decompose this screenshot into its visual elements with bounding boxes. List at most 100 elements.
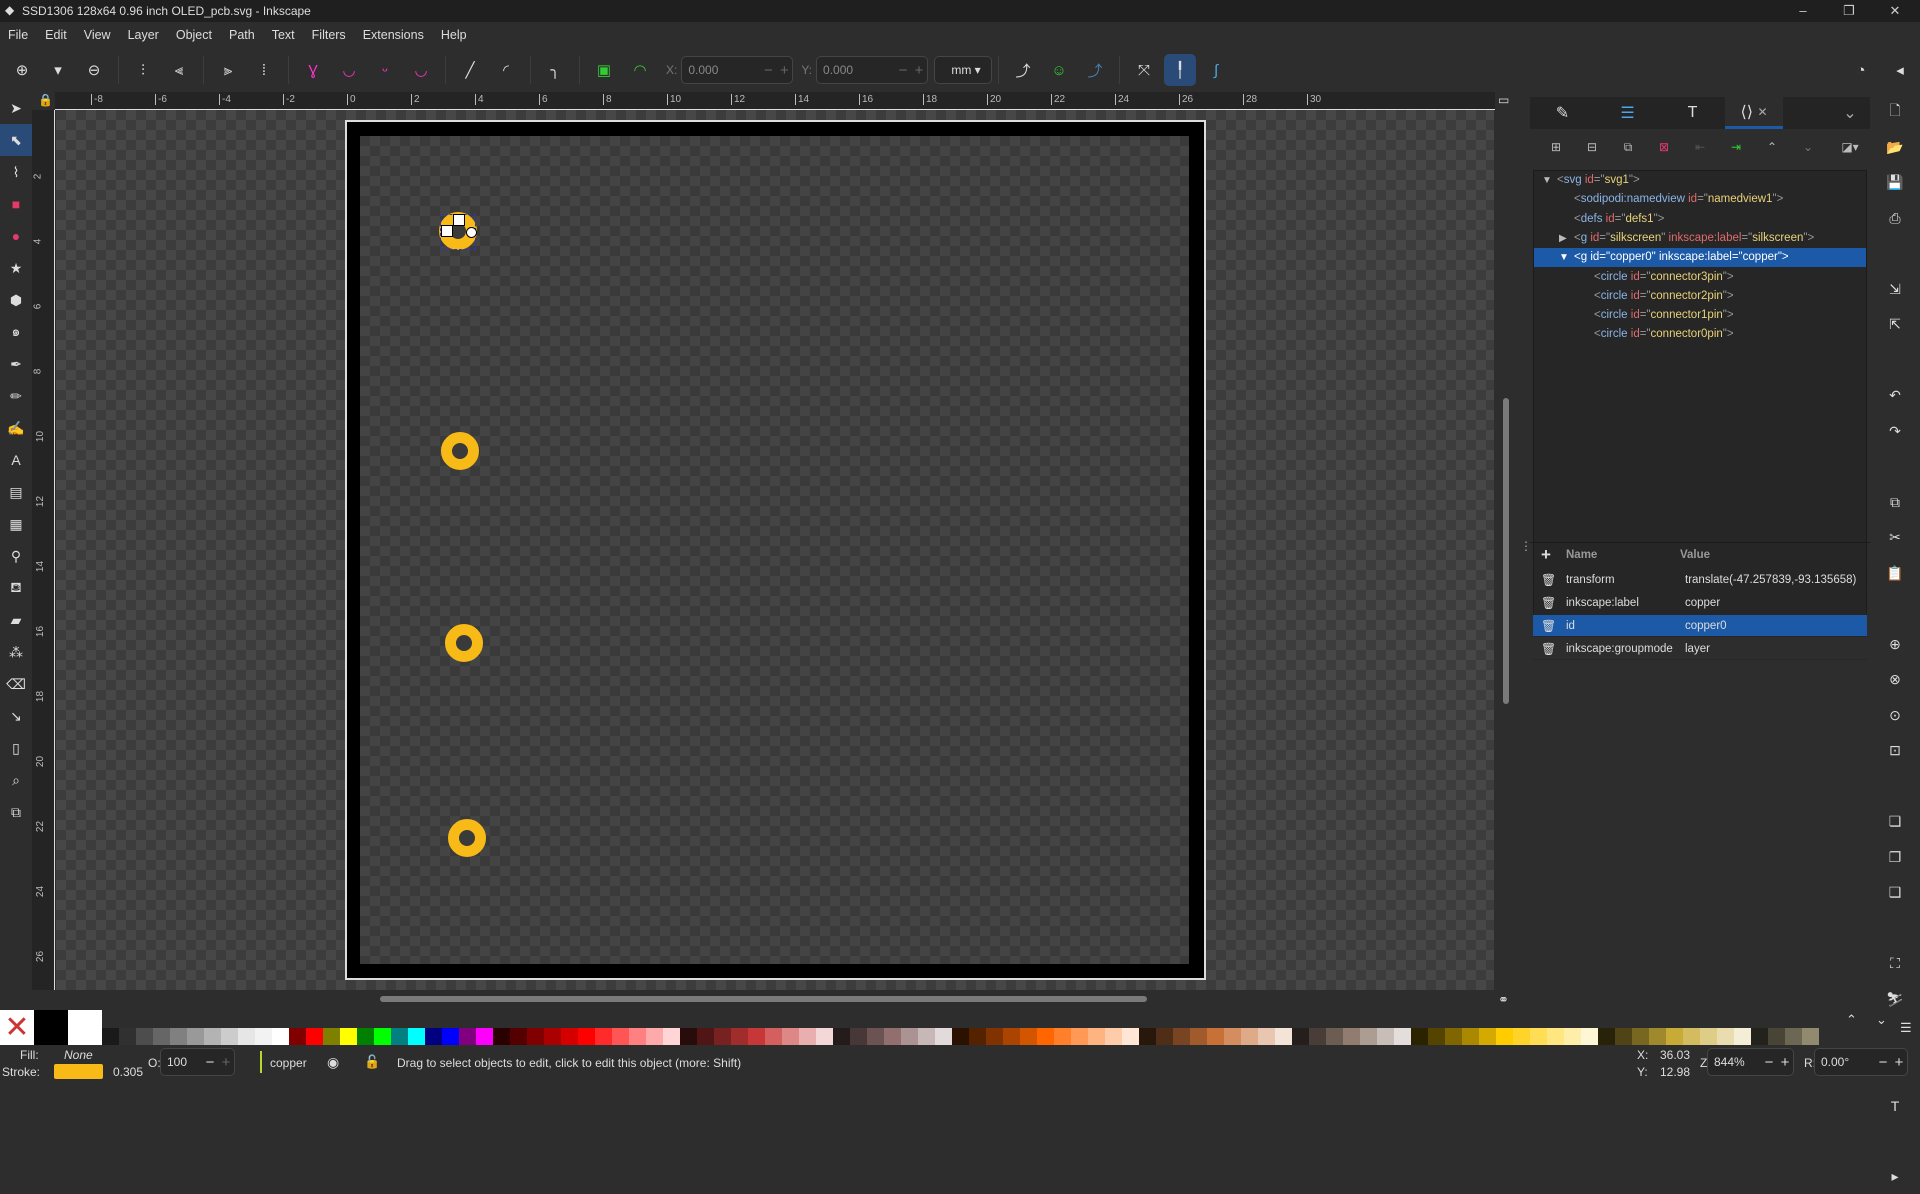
color-swatch[interactable] bbox=[1428, 1028, 1445, 1045]
tool-mesh[interactable]: ▦ bbox=[0, 508, 32, 540]
tool-star[interactable]: ★ bbox=[0, 252, 32, 284]
color-swatch[interactable] bbox=[1496, 1028, 1513, 1045]
rotate-field[interactable]: 0.00° − + bbox=[1814, 1048, 1908, 1076]
color-swatch[interactable] bbox=[1394, 1028, 1411, 1045]
menu-help[interactable]: Help bbox=[441, 28, 467, 42]
attribute-row[interactable]: 🗑 inkscape:groupmode layer bbox=[1533, 638, 1867, 660]
fill-value[interactable]: None bbox=[64, 1048, 93, 1062]
pane-resize-handle[interactable]: ⋮ bbox=[1520, 539, 1532, 553]
color-swatch[interactable] bbox=[816, 1028, 833, 1045]
auto-smooth-node-icon[interactable]: ◡ bbox=[405, 54, 437, 86]
export-icon[interactable]: ⇱ bbox=[1870, 307, 1920, 342]
color-swatch[interactable] bbox=[731, 1028, 748, 1045]
duplicate-icon[interactable]: ❏ bbox=[1870, 804, 1920, 839]
snap-menu-icon[interactable]: ◂ bbox=[1884, 54, 1916, 86]
y-increment-button[interactable]: + bbox=[911, 62, 927, 79]
delete-node-icon[interactable]: ⊠ bbox=[1650, 134, 1678, 160]
menu-edit[interactable]: Edit bbox=[45, 28, 67, 42]
unlink-clone-icon[interactable]: ❑ bbox=[1870, 875, 1920, 910]
tool-eraser[interactable]: ⌫ bbox=[0, 668, 32, 700]
raise-node-icon[interactable]: ⌃ bbox=[1758, 134, 1786, 160]
rotate-ccw-button[interactable]: − bbox=[1875, 1054, 1891, 1071]
open-icon[interactable]: 📂 bbox=[1870, 130, 1920, 165]
x-increment-button[interactable]: + bbox=[776, 62, 792, 79]
snap-toggle-icon[interactable]: ◔ bbox=[1845, 54, 1877, 86]
attr-name[interactable]: inkscape:label bbox=[1566, 592, 1639, 614]
color-swatch[interactable] bbox=[629, 1028, 646, 1045]
tool-pages[interactable]: ▯ bbox=[0, 732, 32, 764]
delete-node-icon[interactable]: ⊖ bbox=[78, 54, 110, 86]
color-swatch[interactable] bbox=[884, 1028, 901, 1045]
color-swatch[interactable] bbox=[1717, 1028, 1734, 1045]
attr-name[interactable]: id bbox=[1566, 615, 1575, 637]
y-field[interactable]: 0.000− + bbox=[816, 56, 929, 84]
attribute-row[interactable]: 🗑 id copper0 bbox=[1533, 615, 1867, 637]
color-swatch[interactable] bbox=[561, 1028, 578, 1045]
zoom-page-icon[interactable]: ⊙ bbox=[1870, 698, 1920, 733]
palette-menu-icon[interactable]: ☰ bbox=[1900, 1020, 1912, 1036]
color-swatch[interactable] bbox=[935, 1028, 952, 1045]
xml-node[interactable]: ▼ <g id="copper0" inkscape:label="copper"… bbox=[1534, 248, 1866, 268]
tool-ellipse[interactable]: ● bbox=[0, 220, 32, 252]
symmetric-node-icon[interactable]: ᵕ bbox=[369, 54, 401, 86]
white-swatch[interactable] bbox=[68, 1010, 102, 1045]
color-swatch[interactable] bbox=[1462, 1028, 1479, 1045]
color-swatch[interactable] bbox=[1020, 1028, 1037, 1045]
attribute-row[interactable]: 🗑 transform translate(-47.257839,-93.13565… bbox=[1533, 569, 1867, 591]
color-swatch[interactable] bbox=[1326, 1028, 1343, 1045]
show-handles-icon[interactable]: ⤴ bbox=[1007, 54, 1039, 86]
color-swatch[interactable] bbox=[1649, 1028, 1666, 1045]
maximize-button[interactable]: ❐ bbox=[1826, 0, 1872, 22]
opacity-field[interactable]: 100− + bbox=[160, 1048, 235, 1076]
delete-segment-icon[interactable]: ⁞ bbox=[248, 54, 280, 86]
stroke-to-path-icon[interactable]: ◠ bbox=[624, 54, 656, 86]
tool-eraser-spray[interactable]: ▰ bbox=[0, 604, 32, 636]
menu-file[interactable]: File bbox=[8, 28, 28, 42]
color-swatch[interactable] bbox=[1615, 1028, 1632, 1045]
menu-text[interactable]: Text bbox=[272, 28, 295, 42]
display-mode-icon[interactable]: ▭ bbox=[1498, 93, 1509, 107]
tab-text-font[interactable]: T bbox=[1660, 97, 1725, 129]
color-swatch[interactable] bbox=[850, 1028, 867, 1045]
x-decrement-button[interactable]: − bbox=[760, 62, 776, 79]
color-swatch[interactable] bbox=[255, 1028, 272, 1045]
tab-layers[interactable]: ☰ bbox=[1595, 97, 1660, 129]
x-value[interactable]: 0.000 bbox=[688, 63, 760, 77]
tool-selector[interactable]: ➤ bbox=[0, 92, 32, 124]
canvas[interactable] bbox=[56, 110, 1494, 990]
tool-text[interactable]: A bbox=[0, 444, 32, 476]
color-swatch[interactable] bbox=[459, 1028, 476, 1045]
color-swatch[interactable] bbox=[170, 1028, 187, 1045]
y-decrement-button[interactable]: − bbox=[895, 62, 911, 79]
xml-node[interactable]: <circle id="connector2pin"> bbox=[1534, 287, 1866, 306]
black-swatch[interactable] bbox=[34, 1010, 68, 1045]
color-swatch[interactable] bbox=[1224, 1028, 1241, 1045]
delete-attribute-icon[interactable]: 🗑 bbox=[1541, 638, 1556, 660]
attr-name[interactable]: transform bbox=[1566, 569, 1615, 591]
attribute-row[interactable]: 🗑 inkscape:label copper bbox=[1533, 592, 1867, 614]
attr-value[interactable]: copper0 bbox=[1685, 615, 1727, 637]
color-swatch[interactable] bbox=[1241, 1028, 1258, 1045]
color-swatch[interactable] bbox=[408, 1028, 425, 1045]
color-swatch[interactable] bbox=[1054, 1028, 1071, 1045]
color-swatch[interactable] bbox=[493, 1028, 510, 1045]
horizontal-scrollbar[interactable] bbox=[380, 996, 1147, 1002]
unindent-node-icon[interactable]: ⇤ bbox=[1686, 134, 1714, 160]
xml-node[interactable]: <sodipodi:namedview id="namedview1"> bbox=[1534, 190, 1866, 209]
delete-attribute-icon[interactable]: 🗑 bbox=[1541, 569, 1556, 591]
color-swatch[interactable] bbox=[1785, 1028, 1802, 1045]
tool-connector[interactable]: ↘ bbox=[0, 700, 32, 732]
insert-node-dropdown-icon[interactable]: ▾ bbox=[42, 54, 74, 86]
color-swatch[interactable] bbox=[323, 1028, 340, 1045]
expander-closed-icon[interactable]: ▶ bbox=[1559, 229, 1567, 248]
color-swatch[interactable] bbox=[697, 1028, 714, 1045]
color-swatch[interactable] bbox=[595, 1028, 612, 1045]
menu-layer[interactable]: Layer bbox=[128, 28, 159, 42]
cut-icon[interactable]: ✂ bbox=[1870, 520, 1920, 555]
break-path-icon[interactable]: ⫷ bbox=[163, 54, 195, 86]
color-swatch[interactable] bbox=[1598, 1028, 1615, 1045]
xml-node[interactable]: ▼ <svg id="svg1"> bbox=[1534, 171, 1866, 190]
layer-lock-icon[interactable]: 🔓 bbox=[364, 1054, 380, 1070]
paste-icon[interactable]: 📋 bbox=[1870, 556, 1920, 591]
vertical-scrollbar[interactable] bbox=[1503, 398, 1509, 704]
